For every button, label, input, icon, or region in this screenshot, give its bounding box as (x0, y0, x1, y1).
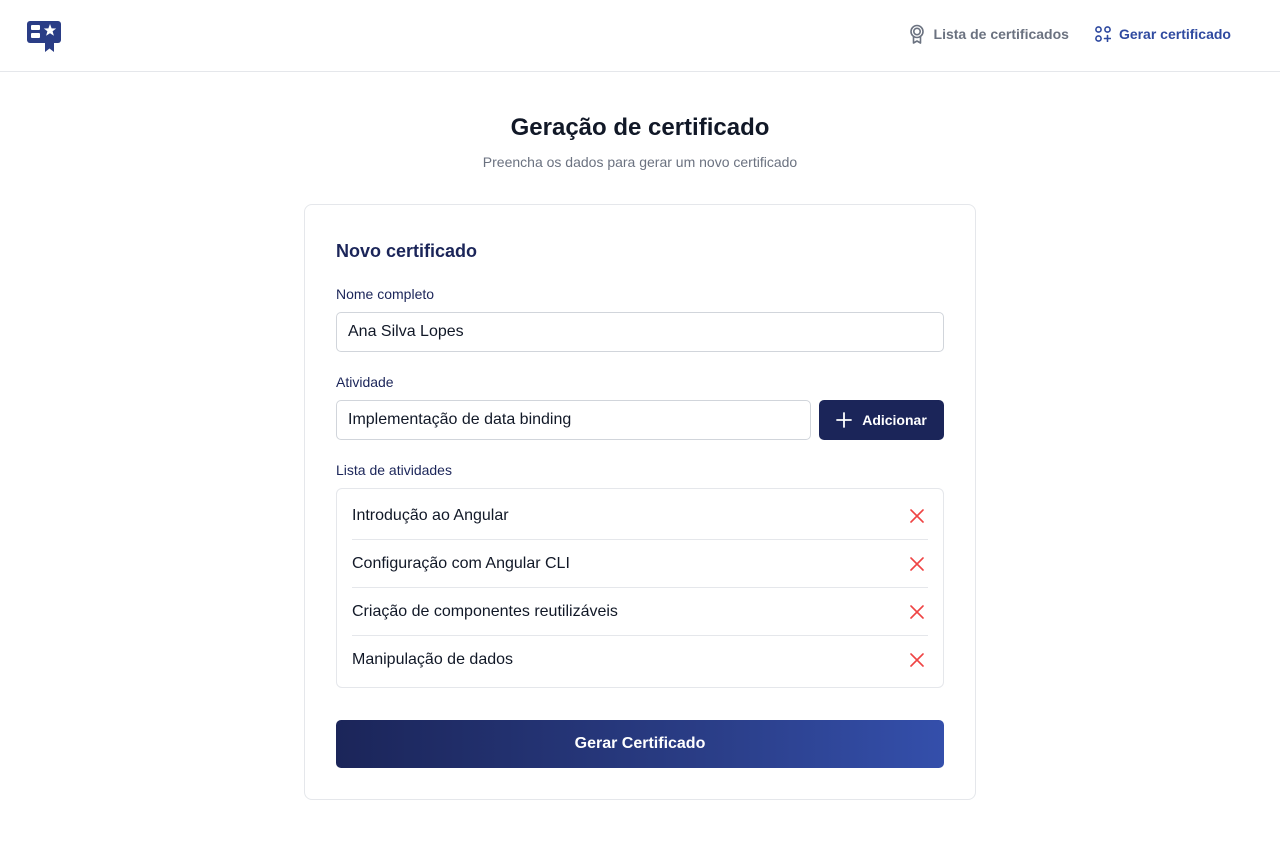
close-icon (910, 556, 924, 571)
list-item: Criação de componentes reutilizáveis (352, 588, 928, 636)
activity-name: Configuração com Angular CLI (352, 554, 570, 572)
close-icon (910, 604, 924, 619)
close-icon (910, 653, 924, 667)
remove-activity-button[interactable] (906, 649, 928, 671)
close-icon (910, 508, 924, 523)
nav-label: Gerar certificado (1118, 26, 1231, 42)
list-item: Configuração com Angular CLI (352, 540, 928, 588)
nav-item-gerar-certificado[interactable]: Gerar certificado (1095, 26, 1231, 42)
plus-icon (836, 412, 853, 428)
activity-name: Manipulação de dados (352, 651, 514, 668)
activity-input[interactable] (336, 400, 811, 440)
add-button-label: Adicionar (862, 412, 927, 428)
remove-activity-button[interactable] (906, 553, 928, 575)
activity-name: Criação de componentes reutilizáveis (352, 602, 618, 620)
page-subtitle: Preencha os dados para gerar um novo cer… (482, 154, 798, 170)
activity-list-label: Lista de atividades (336, 462, 452, 478)
activity-label: Atividade (336, 374, 394, 390)
name-input[interactable] (336, 312, 944, 352)
grid-plus-icon (1095, 26, 1111, 42)
nav-label: Lista de certificados (933, 26, 1069, 42)
list-item: Manipulação de dados (352, 636, 928, 684)
award-icon (909, 24, 924, 44)
list-item: Introdução ao Angular (352, 489, 928, 540)
add-activity-button[interactable]: Adicionar (819, 400, 944, 440)
page-title: Geração de certificado (510, 114, 770, 141)
certificate-logo-icon[interactable] (26, 19, 62, 53)
main-nav: Lista de certificados Gerar certificado (908, 24, 1231, 44)
name-label: Nome completo (336, 286, 435, 302)
remove-activity-button[interactable] (906, 505, 928, 527)
remove-activity-button[interactable] (906, 601, 928, 623)
generate-certificate-button[interactable]: Gerar Certificado (336, 720, 944, 768)
certificate-form-card: Novo certificado Nome completo Atividade… (304, 204, 976, 800)
card-title: Novo certificado (336, 241, 478, 261)
activity-list: Introdução ao Angular Configuração com A… (336, 488, 944, 688)
top-navbar: Lista de certificados Gerar certificado (0, 0, 1280, 72)
nav-item-lista-certificados[interactable]: Lista de certificados (908, 24, 1069, 44)
activity-name: Introdução ao Angular (352, 506, 509, 524)
